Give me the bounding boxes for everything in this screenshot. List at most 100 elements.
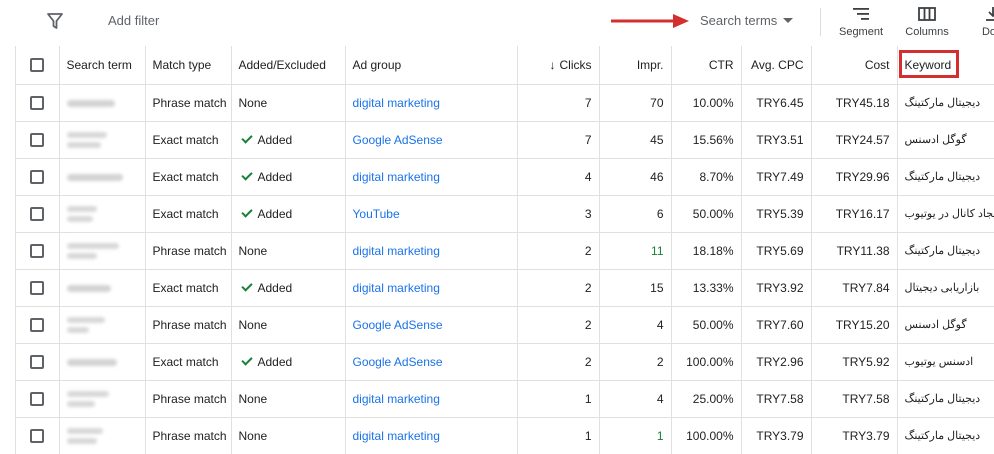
avg-cpc-cell: TRY7.60: [741, 306, 812, 344]
header-avg-cpc[interactable]: Avg. CPC: [741, 46, 812, 85]
check-icon: [240, 206, 253, 218]
row-checkbox[interactable]: [30, 169, 45, 184]
clicks-cell: 2: [517, 306, 600, 344]
row-checkbox[interactable]: [30, 354, 45, 369]
ad-group-cell: digital marketing: [345, 232, 518, 270]
row-checkbox[interactable]: [30, 206, 45, 221]
avg-cpc-cell: TRY3.79: [741, 417, 812, 454]
row-checkbox-cell: [16, 121, 60, 159]
search-terms-dropdown[interactable]: Search terms: [700, 13, 794, 28]
red-arrow-annotation: [611, 14, 689, 28]
row-checkbox[interactable]: [30, 391, 45, 406]
impr-cell: 4: [599, 306, 672, 344]
added-excluded-cell: None: [231, 84, 346, 122]
impr-cell: 46: [599, 158, 672, 196]
ad-group-link[interactable]: digital marketing: [353, 170, 440, 184]
search-term-cell: [59, 232, 146, 270]
ad-group-link[interactable]: digital marketing: [353, 96, 440, 110]
table-row[interactable]: Phrase match None digital marketing 1 4 …: [16, 380, 994, 418]
table-row[interactable]: Exact match Added Google AdSense 7 45 15…: [16, 121, 994, 159]
cost-cell: TRY16.17: [811, 195, 898, 233]
keyword-cell: دیجیتال مارکتینگ: [897, 158, 994, 196]
header-search-term[interactable]: Search term: [59, 46, 146, 85]
row-checkbox[interactable]: [30, 243, 45, 258]
row-checkbox[interactable]: [30, 428, 45, 443]
header-cost[interactable]: Cost: [811, 46, 898, 85]
added-excluded-cell: Added: [231, 269, 346, 307]
select-all-checkbox[interactable]: [30, 58, 45, 73]
table-row[interactable]: Exact match Added YouTube 3 6 50.00% TRY…: [16, 195, 994, 233]
keyword-cell: ادسنس یوتیوب: [897, 343, 994, 381]
added-excluded-cell: Added: [231, 121, 346, 159]
search-term-cell: [59, 158, 146, 196]
columns-label: Columns: [905, 26, 949, 38]
download-icon: [986, 7, 994, 21]
row-checkbox-cell: [16, 380, 60, 418]
search-term-cell: [59, 195, 146, 233]
table-row[interactable]: Phrase match None Google AdSense 2 4 50.…: [16, 306, 994, 344]
ad-group-link[interactable]: Google AdSense: [353, 133, 443, 147]
segment-button[interactable]: Segment: [836, 6, 886, 38]
match-type-cell: Exact match: [145, 343, 232, 381]
cost-cell: TRY24.57: [811, 121, 898, 159]
header-impr[interactable]: Impr.: [599, 46, 672, 85]
added-excluded-cell: None: [231, 232, 346, 270]
download-label: Dow: [981, 26, 994, 38]
header-match-type[interactable]: Match type: [145, 46, 232, 85]
row-checkbox[interactable]: [30, 280, 45, 295]
table-row[interactable]: Exact match Added digital marketing 2 15…: [16, 269, 994, 307]
search-term-cell: [59, 84, 146, 122]
keyword-cell: دیجیتال مارکتینگ: [897, 84, 994, 122]
header-ad-group[interactable]: Ad group: [345, 46, 518, 85]
impr-cell: 2: [599, 343, 672, 381]
impr-cell: 15: [599, 269, 672, 307]
ad-group-link[interactable]: YouTube: [353, 207, 400, 221]
ad-group-link[interactable]: digital marketing: [353, 429, 440, 443]
filter-icon[interactable]: [46, 12, 64, 30]
avg-cpc-cell: TRY6.45: [741, 84, 812, 122]
avg-cpc-cell: TRY5.69: [741, 232, 812, 270]
ad-group-link[interactable]: digital marketing: [353, 392, 440, 406]
clicks-cell: 2: [517, 343, 600, 381]
ad-group-link[interactable]: Google AdSense: [353, 355, 443, 369]
add-filter-button[interactable]: Add filter: [108, 13, 159, 28]
row-checkbox[interactable]: [30, 95, 45, 110]
table-row[interactable]: Phrase match None digital marketing 7 70…: [16, 84, 994, 122]
table-row[interactable]: Exact match Added digital marketing 4 46…: [16, 158, 994, 196]
ad-group-cell: Google AdSense: [345, 306, 518, 344]
avg-cpc-cell: TRY7.49: [741, 158, 812, 196]
row-checkbox-cell: [16, 306, 60, 344]
check-icon: [240, 132, 253, 144]
table-row[interactable]: Exact match Added Google AdSense 2 2 100…: [16, 343, 994, 381]
sort-down-arrow-icon: ↓: [549, 57, 556, 72]
status-text: Added: [257, 169, 293, 184]
segment-icon: [853, 8, 869, 20]
table-row[interactable]: Phrase match None digital marketing 2 11…: [16, 232, 994, 270]
header-keyword[interactable]: Keyword: [897, 46, 994, 85]
toolbar: Add filter Search terms Segment Columns …: [0, 0, 994, 46]
ad-group-link[interactable]: Google AdSense: [353, 318, 443, 332]
columns-button[interactable]: Columns: [902, 6, 952, 38]
search-term-cell: [59, 269, 146, 307]
row-checkbox-cell: [16, 232, 60, 270]
ctr-cell: 13.33%: [671, 269, 742, 307]
header-added-excluded[interactable]: Added/Excluded: [231, 46, 346, 85]
added-excluded-cell: Added: [231, 343, 346, 381]
search-terms-label: Search terms: [700, 13, 778, 28]
header-clicks[interactable]: ↓ Clicks: [517, 46, 600, 85]
row-checkbox[interactable]: [30, 132, 45, 147]
status-text: None: [238, 391, 268, 406]
ad-group-link[interactable]: digital marketing: [353, 281, 440, 295]
cost-cell: TRY15.20: [811, 306, 898, 344]
row-checkbox-cell: [16, 84, 60, 122]
header-ctr[interactable]: CTR: [671, 46, 742, 85]
clicks-cell: 7: [517, 84, 600, 122]
impr-cell: 1: [599, 417, 672, 454]
caret-down-icon: [783, 18, 794, 23]
cost-cell: TRY29.96: [811, 158, 898, 196]
ad-group-link[interactable]: digital marketing: [353, 244, 440, 258]
keyword-highlight-box: [898, 50, 959, 78]
table-row[interactable]: Phrase match None digital marketing 1 1 …: [16, 417, 994, 454]
row-checkbox[interactable]: [30, 317, 45, 332]
download-button[interactable]: Dow: [968, 6, 994, 38]
